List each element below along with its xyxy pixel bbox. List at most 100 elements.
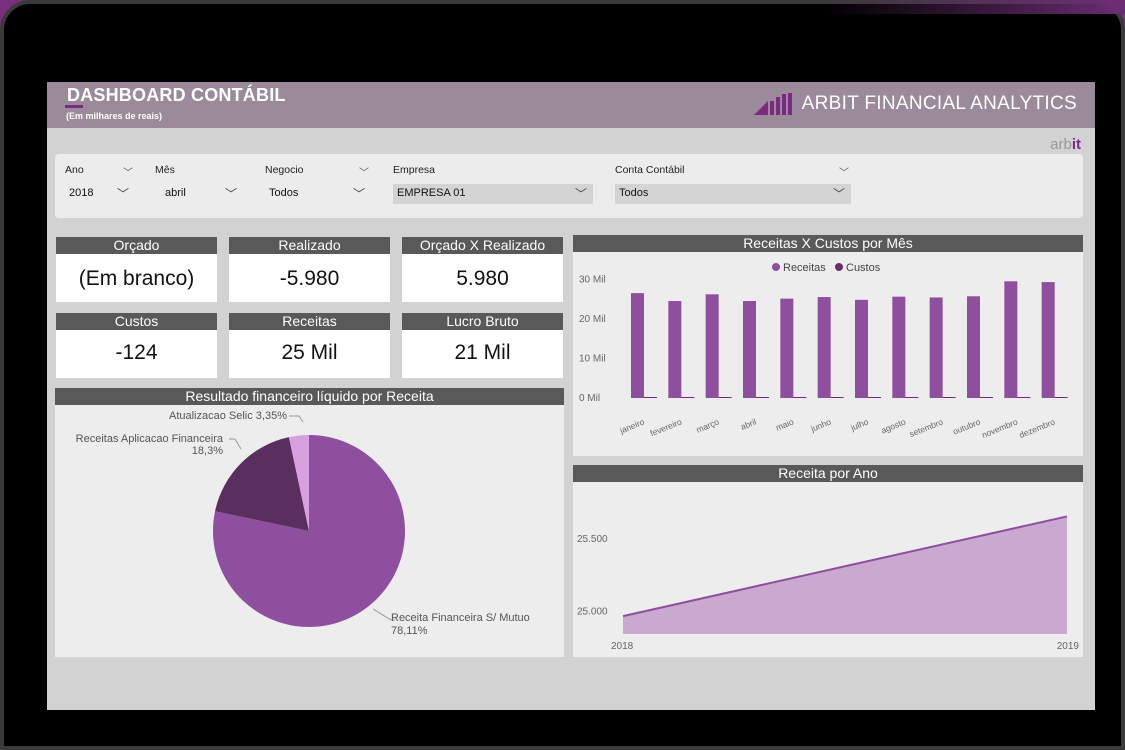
card-title: Orçado X Realizado — [402, 237, 563, 254]
legend-marker-receitas — [772, 263, 780, 271]
chevron-down-icon: ﹀ — [352, 187, 365, 201]
x-tick-label: maio — [774, 416, 795, 432]
bar-receitas — [1041, 282, 1055, 398]
x-tick-label: 2018 — [611, 641, 634, 652]
card-title: Realizado — [229, 237, 390, 254]
y-tick-label: 0 Mil — [579, 393, 600, 404]
x-tick-label: agosto — [880, 416, 908, 435]
kpi-card-custos: Custos -124 — [56, 313, 217, 378]
card-title: Orçado — [56, 237, 217, 254]
pie-label: Receitas Aplicacao Financeira — [76, 433, 224, 445]
filter-ano[interactable]: Ano ﹀ 2018 ﹀ — [65, 154, 135, 218]
x-tick-label: abril — [739, 417, 758, 432]
bar-receitas — [929, 297, 943, 398]
bar-custos — [793, 397, 807, 398]
x-tick-label: fevereiro — [649, 416, 684, 438]
y-tick-label: 25.500 — [577, 534, 608, 545]
bar-custos — [756, 397, 769, 398]
filter-mes[interactable]: Mês abril ﹀ — [155, 154, 243, 218]
card-value: (Em branco) — [78, 267, 195, 290]
bar-custos — [1017, 397, 1031, 398]
legend-label: Custos — [846, 262, 881, 274]
filter-negocio[interactable]: Negocio ﹀ Todos ﹀ — [265, 154, 371, 218]
area-fill — [623, 516, 1067, 634]
card-value: -124 — [115, 341, 158, 364]
card-title: Lucro Bruto — [402, 313, 563, 330]
device-corner-accent — [825, 0, 1125, 14]
header-bar: DASHBOARD CONTÁBIL (Em milhares de reais… — [47, 82, 1095, 128]
pie-label-pct: 18,3% — [192, 445, 223, 457]
bar-receitas — [743, 301, 756, 398]
filter-select[interactable]: 2018 ﹀ — [65, 184, 135, 204]
bar-custos — [830, 397, 844, 398]
bar-custos — [681, 397, 695, 398]
filter-label: Ano — [65, 164, 84, 176]
pie-panel: Resultado financeiro líquido por Receita… — [55, 388, 564, 657]
bar-receitas — [967, 296, 980, 398]
brand-name: ARBIT FINANCIAL ANALYTICS — [801, 93, 1077, 114]
chevron-down-icon: ﹀ — [839, 168, 849, 179]
bar-custos — [718, 397, 732, 398]
leader-line — [289, 415, 304, 423]
filter-select[interactable]: EMPRESA 01 ﹀ — [393, 184, 593, 204]
card-value: 21 Mil — [454, 341, 511, 364]
filter-label: Negocio — [265, 164, 304, 176]
panel-title: Receita por Ano — [573, 465, 1083, 482]
filter-select[interactable]: Todos ﹀ — [265, 184, 371, 204]
panel-title: Receitas X Custos por Mês — [573, 235, 1083, 252]
bar-receitas — [817, 297, 831, 398]
filter-select[interactable]: abril ﹀ — [155, 184, 243, 204]
chart-legend: Receitas Custos — [772, 262, 881, 274]
title-accent — [65, 105, 83, 108]
bar-receitas — [668, 301, 682, 398]
x-tick-label: janeiro — [617, 416, 646, 435]
pie-chart: Receita Financeira S/ Mutuo78,11% Receita… — [76, 410, 530, 637]
page-title: DASHBOARD CONTÁBIL — [67, 85, 286, 105]
bar-receitas — [1004, 281, 1018, 398]
card-value: 5.980 — [456, 267, 509, 290]
area-chart-panel: Receita por Ano 25.000 25.500 2018 2019 — [573, 465, 1083, 657]
leader-line — [229, 438, 242, 450]
filter-empresa[interactable]: Empresa EMPRESA 01 ﹀ — [393, 154, 593, 218]
legend-label: Receitas — [783, 262, 826, 274]
legend-marker-custos — [835, 263, 843, 271]
brand-logo: ARBIT FINANCIAL ANALYTICS — [753, 93, 1077, 115]
bar-receitas — [855, 299, 868, 398]
bar-custos — [644, 397, 657, 398]
filter-label: Conta Contábil — [615, 164, 685, 176]
pie-label: Atualizacao Selic 3,35% — [169, 410, 287, 422]
card-value: -5.980 — [279, 267, 340, 290]
bar-receitas — [631, 293, 644, 398]
chevron-down-icon: ﹀ — [123, 168, 133, 179]
filter-select[interactable]: Todos ﹀ — [615, 184, 851, 204]
card-value: 25 Mil — [281, 341, 338, 364]
x-tick-label: julho — [848, 416, 870, 432]
x-tick-label: março — [695, 416, 721, 434]
panel-title: Resultado financeiro líquido por Receita — [55, 388, 564, 405]
kpi-card-orcado-x-realizado: Orçado X Realizado 5.980 — [402, 237, 563, 302]
bar-receitas — [705, 294, 719, 398]
pie-label: Receita Financeira S/ Mutuo — [391, 612, 530, 624]
bars-logo-icon — [753, 93, 792, 115]
bar-chart: Receitas Custos 0 Mil 10 Mil 20 Mil 30 Mil jan… — [579, 262, 1068, 440]
x-tick-label: dezembro — [1018, 416, 1057, 440]
filter-label: Empresa — [393, 164, 436, 176]
y-tick-label: 20 Mil — [579, 314, 606, 325]
bar-custos — [1054, 397, 1068, 398]
kpi-card-orcado: Orçado (Em branco) — [56, 237, 217, 302]
pie-label-pct: 78,11% — [391, 625, 428, 637]
small-logo: arbit — [1050, 136, 1081, 153]
chevron-down-icon: ﹀ — [116, 187, 129, 201]
chevron-down-icon: ﹀ — [224, 187, 237, 201]
x-tick-label: setembro — [908, 416, 945, 439]
bar-chart-panel: Receitas X Custos por Mês Receitas Custos… — [573, 235, 1083, 456]
bar-custos — [905, 397, 919, 398]
filter-conta-contabil[interactable]: Conta Contábil ﹀ Todos ﹀ — [615, 154, 851, 218]
filter-label: Mês — [155, 164, 175, 176]
kpi-card-receitas: Receitas 25 Mil — [229, 313, 390, 378]
chevron-down-icon: ﹀ — [359, 168, 369, 179]
bar-receitas — [780, 298, 794, 398]
kpi-card-lucro-bruto: Lucro Bruto 21 Mil — [402, 313, 563, 378]
x-tick-label: outubro — [951, 416, 982, 436]
bar-custos — [980, 397, 993, 398]
